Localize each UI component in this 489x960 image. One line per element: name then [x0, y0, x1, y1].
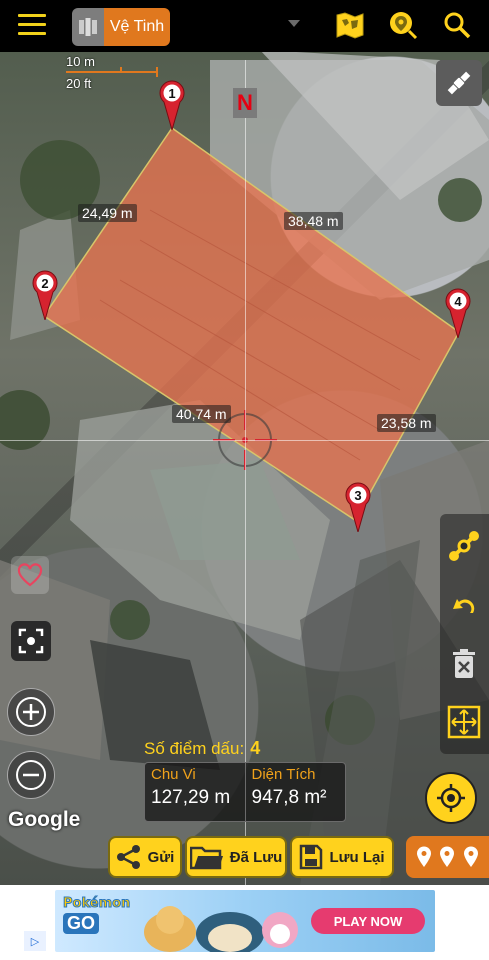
- perimeter-value: 127,29 m: [151, 787, 231, 808]
- marker-3[interactable]: 3: [344, 480, 372, 534]
- marker-2[interactable]: 2: [31, 268, 59, 322]
- save-icon: [300, 844, 323, 870]
- scale-metric-label: 10 m: [66, 54, 95, 69]
- distance-label-2-3: 40,74 m: [172, 405, 231, 423]
- crosshair-horizontal-line: [0, 440, 489, 441]
- zoom-in-button[interactable]: [7, 688, 55, 736]
- area-label: Diện Tích: [251, 766, 316, 783]
- ad-choices-icon[interactable]: ▷: [24, 931, 46, 951]
- ad-brand-sub: GO: [63, 913, 100, 934]
- points-label: Số điểm dấu:: [144, 739, 245, 758]
- points-count-row: Số điểm dấu: 4: [144, 738, 260, 759]
- send-button[interactable]: Gửi: [108, 836, 182, 878]
- menu-icon[interactable]: [18, 14, 46, 38]
- points-count: 4: [250, 738, 261, 758]
- undo-icon[interactable]: [446, 588, 482, 624]
- area-value: 947,8 m²: [251, 787, 327, 808]
- svg-text:4: 4: [454, 294, 462, 309]
- map-scale: 10 m 20 ft: [66, 54, 162, 92]
- area-stat: Diện Tích 947,8 m²: [244, 763, 346, 821]
- map-layers-icon: [72, 8, 104, 46]
- svg-text:3: 3: [354, 488, 361, 503]
- perimeter-stat: Chu Vi 127,29 m: [145, 763, 245, 821]
- scale-bar: [66, 67, 158, 77]
- markers-list-button[interactable]: [406, 836, 489, 878]
- google-attribution: Google: [8, 808, 81, 831]
- save-button[interactable]: Lưu Lại: [290, 836, 394, 878]
- pin-icon: [440, 846, 455, 867]
- delete-icon[interactable]: [446, 646, 482, 682]
- map-mode-selector[interactable]: Vệ Tinh: [72, 8, 170, 46]
- ad-logo: Pokémon GO: [63, 896, 133, 944]
- screenshot-focus-icon[interactable]: [11, 621, 51, 661]
- save-label: Lưu Lại: [329, 848, 385, 866]
- favorite-heart-icon[interactable]: [11, 556, 49, 594]
- plus-icon: [16, 697, 46, 727]
- ad-play-now-button[interactable]: PLAY NOW: [311, 908, 425, 934]
- ad-container: ▷ Pokémon GO PLAY NOW: [0, 885, 489, 960]
- pin-icon: [416, 846, 431, 867]
- ad-banner[interactable]: Pokémon GO PLAY NOW: [55, 890, 435, 952]
- minus-icon: [16, 760, 46, 790]
- svg-text:2: 2: [41, 276, 48, 291]
- north-indicator: N: [233, 88, 257, 118]
- ad-characters-illustration: [144, 906, 298, 952]
- distance-label-4-3: 23,58 m: [377, 414, 436, 432]
- distance-label-1-4: 38,48 m: [284, 212, 343, 230]
- measure-line-icon[interactable]: [446, 528, 482, 564]
- gps-target-icon: [437, 784, 465, 812]
- zoom-out-button[interactable]: [7, 751, 55, 799]
- top-toolbar: Vệ Tinh: [0, 0, 489, 52]
- location-search-icon[interactable]: [388, 10, 418, 40]
- measurement-stats-panel: Chu Vi 127,29 m Diện Tích 947,8 m²: [144, 762, 346, 822]
- search-icon[interactable]: [442, 10, 472, 40]
- folder-icon: [189, 846, 223, 870]
- marker-4[interactable]: 4: [444, 286, 472, 340]
- saved-label: Đã Lưu: [229, 848, 283, 866]
- ad-brand: Pokémon: [63, 896, 131, 912]
- chevron-down-icon[interactable]: [288, 20, 300, 27]
- share-icon: [116, 845, 140, 869]
- my-location-button[interactable]: [425, 772, 477, 824]
- svg-text:1: 1: [168, 86, 175, 101]
- send-label: Gửi: [147, 848, 175, 866]
- satellite-toggle-button[interactable]: [436, 60, 482, 106]
- map-mode-label: Vệ Tinh: [104, 8, 170, 46]
- satellite-icon: [447, 71, 471, 95]
- fit-bounds-icon[interactable]: [446, 704, 482, 740]
- saved-button[interactable]: Đã Lưu: [185, 836, 287, 878]
- world-map-icon[interactable]: [335, 10, 365, 40]
- scale-imperial-label: 20 ft: [66, 76, 92, 91]
- marker-1[interactable]: 1: [158, 78, 186, 132]
- pin-icon: [464, 846, 479, 867]
- distance-label-1-2: 24,49 m: [78, 204, 137, 222]
- perimeter-label: Chu Vi: [151, 766, 196, 783]
